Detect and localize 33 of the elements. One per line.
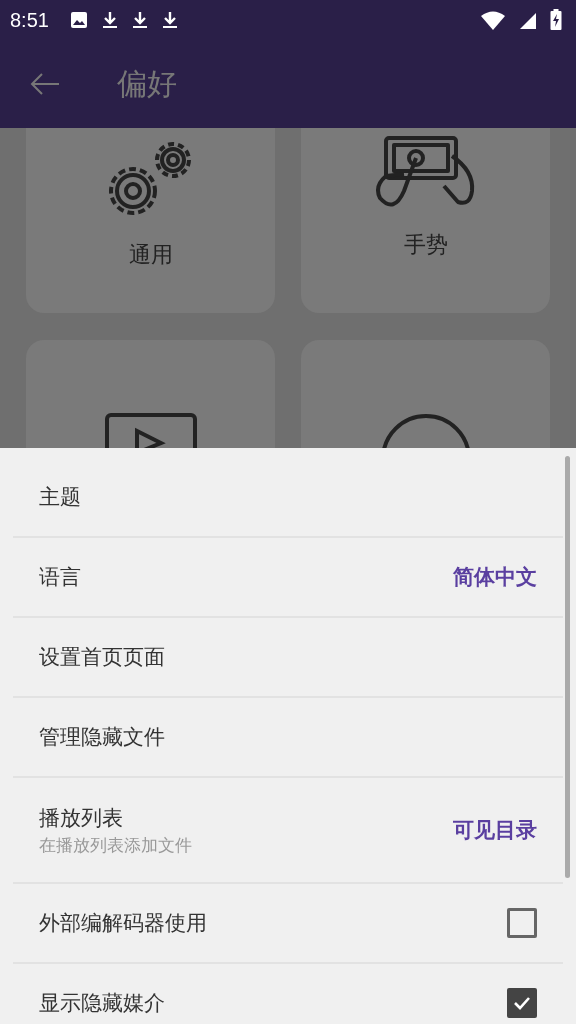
setting-subtitle: 在播放列表添加文件 <box>39 833 193 857</box>
settings-row[interactable]: 播放列表 在播放列表添加文件 可见目录 <box>13 778 563 884</box>
settings-row[interactable]: 语言 简体中文 <box>13 538 563 618</box>
status-time: 8:51 <box>10 8 49 32</box>
category-card[interactable]: 手势 <box>301 128 550 313</box>
settings-row[interactable]: 显示隐藏媒介 <box>13 964 563 1024</box>
setting-title: 语言 <box>39 564 82 591</box>
download-icon <box>160 10 179 30</box>
settings-row[interactable]: 管理隐藏文件 <box>13 698 563 778</box>
setting-title: 设置首页页面 <box>39 644 166 671</box>
settings-row[interactable]: 主题 <box>13 458 563 538</box>
setting-value: 可见目录 <box>453 817 537 844</box>
download-icon <box>130 10 149 30</box>
settings-row[interactable]: 外部编解码器使用 <box>13 884 563 964</box>
setting-value: 简体中文 <box>453 564 537 591</box>
image-icon <box>68 10 89 30</box>
checkbox[interactable] <box>507 988 537 1018</box>
setting-title: 显示隐藏媒介 <box>39 990 166 1017</box>
setting-title: 播放列表 <box>39 804 124 832</box>
setting-title: 管理隐藏文件 <box>39 724 166 751</box>
battery-icon <box>550 9 562 31</box>
play-icon <box>104 413 197 448</box>
settings-row[interactable]: 设置首页页面 <box>13 618 563 698</box>
wifi-icon <box>480 10 506 30</box>
category-label: 手势 <box>403 231 448 259</box>
screen-title: 偏好 <box>117 64 177 103</box>
download-icon <box>100 10 119 30</box>
category-label: 通用 <box>128 241 173 269</box>
setting-title: 外部编解码器使用 <box>39 910 208 937</box>
category-card[interactable]: 通用 <box>26 128 275 313</box>
back-arrow-icon[interactable] <box>29 72 61 96</box>
checkbox[interactable] <box>507 908 537 938</box>
setting-title: 主题 <box>39 484 82 511</box>
